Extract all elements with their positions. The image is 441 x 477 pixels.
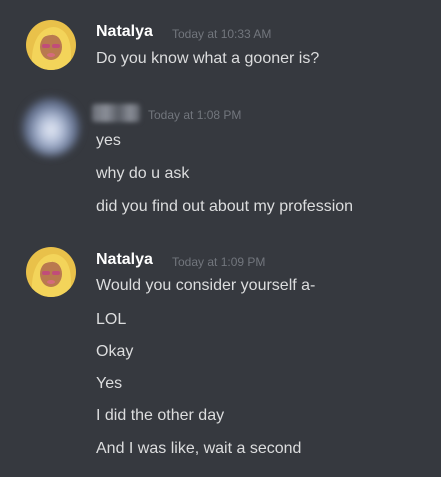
- message-text: Do you know what a gooner is?: [96, 50, 320, 67]
- avatar-image: [26, 20, 76, 70]
- message-author[interactable]: Natalya: [96, 250, 153, 270]
- message-author[interactable]: Natalya: [96, 22, 153, 42]
- user-avatar[interactable]: [22, 98, 80, 156]
- message-text: I did the other day: [96, 407, 225, 424]
- avatar-image: [26, 247, 76, 297]
- chat-message-list: Natalya Today at 10:33 AM Do you know wh…: [0, 0, 441, 477]
- message-timestamp: Today at 10:33 AM: [172, 27, 272, 41]
- message-text: did you find out about my profession: [96, 198, 354, 215]
- message-text: why do u ask: [96, 165, 190, 182]
- message-text: Okay: [96, 343, 134, 360]
- message-author[interactable]: [92, 104, 140, 122]
- message-text: Yes: [96, 375, 123, 392]
- message-timestamp: Today at 1:09 PM: [172, 255, 266, 269]
- message-text: Would you consider yourself a-: [96, 277, 316, 294]
- message-text: LOL: [96, 311, 127, 328]
- message-text: And I was like, wait a second: [96, 440, 302, 457]
- message-text: yes: [96, 132, 121, 149]
- message-timestamp: Today at 1:08 PM: [148, 108, 242, 122]
- user-avatar[interactable]: [26, 247, 76, 297]
- user-avatar[interactable]: [26, 20, 76, 70]
